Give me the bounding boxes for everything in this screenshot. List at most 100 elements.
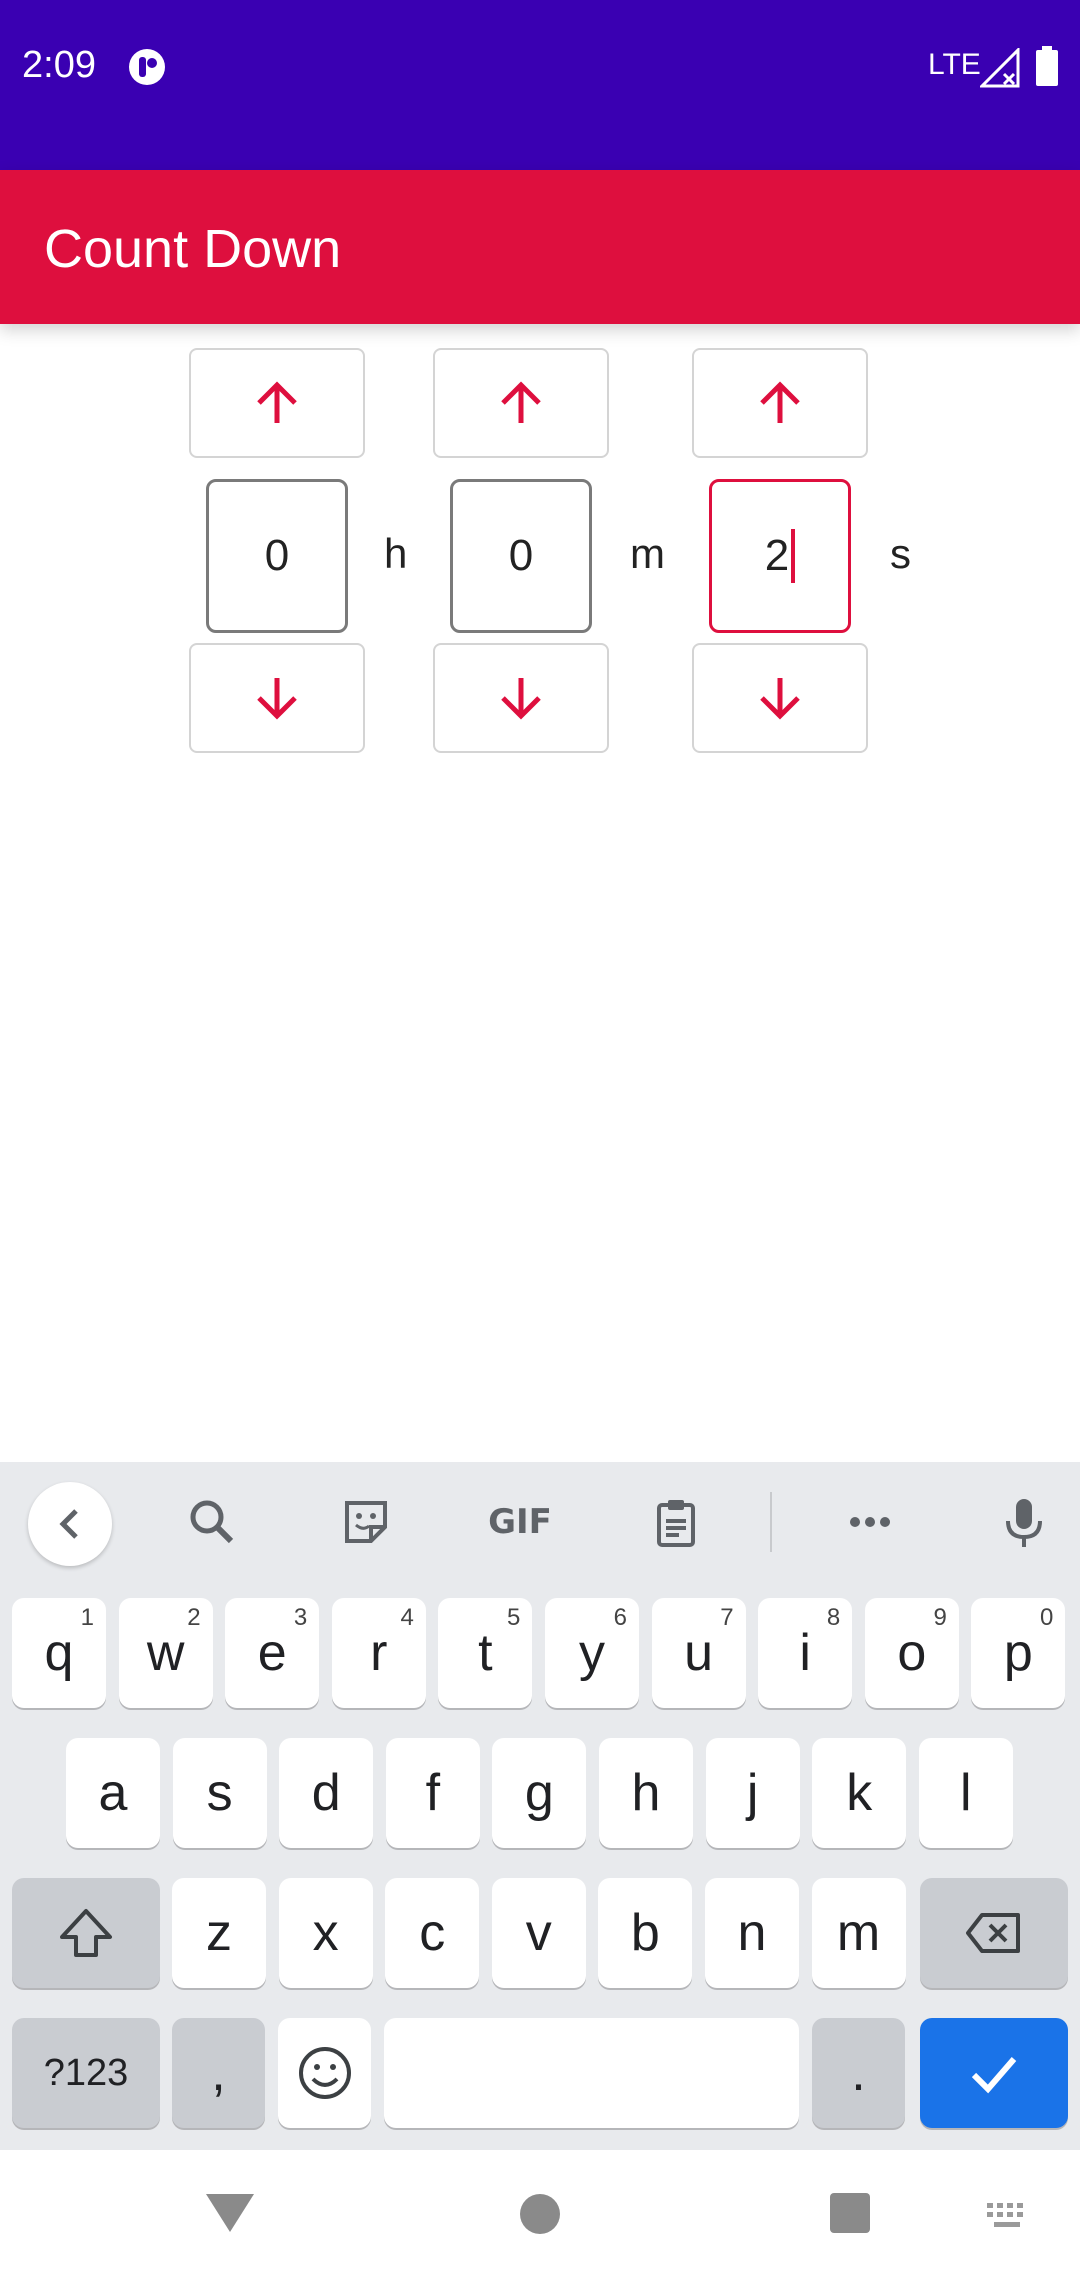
- hours-input[interactable]: 0: [206, 479, 348, 633]
- minutes-input[interactable]: 0: [450, 479, 592, 633]
- key-hint: 9: [933, 1604, 947, 1631]
- period-key[interactable]: .: [812, 2018, 905, 2128]
- status-time: 2:09: [22, 44, 96, 86]
- minutes-unit-label: m: [630, 530, 665, 577]
- key-label: q: [44, 1624, 74, 1682]
- key-label: k: [846, 1764, 873, 1822]
- key-q[interactable]: q1: [12, 1598, 106, 1708]
- hours-value: 0: [264, 531, 290, 580]
- key-v[interactable]: v: [491, 1878, 586, 1988]
- nav-home-icon[interactable]: [518, 2192, 562, 2236]
- key-label: z: [206, 1904, 232, 1962]
- key-z[interactable]: z: [172, 1878, 266, 1988]
- keyboard-clipboard-button[interactable]: [644, 1490, 708, 1554]
- key-u[interactable]: u7: [651, 1598, 746, 1708]
- seconds-input[interactable]: 2: [709, 479, 851, 633]
- key-o[interactable]: o9: [864, 1598, 959, 1708]
- key-w[interactable]: w2: [118, 1598, 213, 1708]
- keyboard-search-button[interactable]: [180, 1490, 244, 1554]
- key-label: o: [897, 1624, 927, 1682]
- key-label: f: [425, 1764, 441, 1822]
- checkmark-icon: [971, 2057, 1017, 2094]
- keyboard-more-button[interactable]: [838, 1490, 902, 1554]
- keyboard-sticker-button[interactable]: [334, 1490, 398, 1554]
- key-d[interactable]: d: [279, 1738, 374, 1848]
- key-hint: 6: [613, 1604, 627, 1631]
- keyboard-toolbar: GIF: [0, 1462, 1080, 1582]
- hours-increment-button[interactable]: [189, 348, 365, 458]
- key-hint: 0: [1040, 1604, 1054, 1631]
- nav-back-icon[interactable]: [204, 2190, 256, 2236]
- nav-recents-icon[interactable]: [829, 2192, 871, 2234]
- key-x[interactable]: x: [278, 1878, 373, 1988]
- keyboard-switch-icon[interactable]: [986, 2202, 1030, 2230]
- arrow-up-icon: [501, 381, 541, 423]
- hours-unit-label: h: [384, 530, 408, 577]
- key-f[interactable]: f: [385, 1738, 480, 1848]
- seconds-decrement-button[interactable]: [692, 643, 868, 753]
- key-label: i: [799, 1624, 811, 1682]
- key-label: g: [524, 1764, 554, 1822]
- key-g[interactable]: g: [492, 1738, 587, 1848]
- shift-key[interactable]: [12, 1878, 160, 1988]
- key-label: l: [960, 1764, 972, 1822]
- key-t[interactable]: t5: [438, 1598, 533, 1708]
- key-label: u: [684, 1624, 714, 1682]
- key-hint: 1: [80, 1604, 94, 1631]
- key-label: s: [206, 1764, 233, 1822]
- seconds-unit-label: s: [890, 530, 911, 577]
- key-l[interactable]: l: [918, 1738, 1013, 1848]
- key-r[interactable]: r4: [331, 1598, 426, 1708]
- arrow-down-icon: [501, 678, 541, 720]
- comma-key[interactable]: ,: [172, 2018, 265, 2128]
- hours-decrement-button[interactable]: [189, 643, 365, 753]
- seconds-increment-button[interactable]: [692, 348, 868, 458]
- key-s[interactable]: s: [172, 1738, 267, 1848]
- key-c[interactable]: c: [385, 1878, 480, 1988]
- key-label: t: [478, 1624, 493, 1682]
- key-b[interactable]: b: [598, 1878, 693, 1988]
- search-icon: [190, 1500, 234, 1544]
- key-a[interactable]: a: [66, 1738, 160, 1848]
- backspace-key[interactable]: [920, 1878, 1068, 1988]
- keyboard-collapse-button[interactable]: [28, 1482, 112, 1566]
- key-label: n: [737, 1904, 767, 1962]
- backspace-icon: [966, 1913, 1020, 1953]
- key-m[interactable]: m: [811, 1878, 906, 1988]
- key-label: v: [525, 1904, 552, 1962]
- key-p[interactable]: p0: [971, 1598, 1066, 1708]
- text-cursor: [791, 529, 796, 583]
- shift-icon: [60, 1909, 112, 1957]
- key-e[interactable]: e3: [225, 1598, 320, 1708]
- symbols-key-label: ?123: [43, 2051, 129, 2094]
- key-k[interactable]: k: [812, 1738, 907, 1848]
- minutes-decrement-button[interactable]: [433, 643, 609, 753]
- key-h[interactable]: h: [599, 1738, 693, 1848]
- done-key[interactable]: [920, 2018, 1068, 2128]
- key-label: h: [631, 1764, 661, 1822]
- arrow-up-icon: [257, 381, 297, 423]
- symbols-key[interactable]: ?123: [12, 2018, 160, 2128]
- key-hint: 4: [400, 1604, 414, 1631]
- battery-icon: [1036, 46, 1058, 86]
- key-label: c: [419, 1904, 446, 1962]
- key-label: w: [146, 1624, 185, 1682]
- emoji-key[interactable]: [278, 2018, 371, 2128]
- minutes-value: 0: [508, 531, 534, 580]
- key-i[interactable]: i8: [758, 1598, 853, 1708]
- key-y[interactable]: y6: [545, 1598, 639, 1708]
- more-icon: [850, 1517, 890, 1527]
- key-n[interactable]: n: [705, 1878, 799, 1988]
- arrow-down-icon: [760, 678, 800, 720]
- key-label: e: [257, 1624, 287, 1682]
- key-label: x: [312, 1904, 339, 1962]
- space-key[interactable]: [384, 2018, 799, 2128]
- keyboard-voice-button[interactable]: [992, 1490, 1056, 1554]
- key-j[interactable]: j: [705, 1738, 800, 1848]
- arrow-down-icon: [257, 678, 297, 720]
- key-label: m: [836, 1904, 881, 1962]
- keyboard-gif-button[interactable]: GIF: [480, 1490, 560, 1554]
- minutes-increment-button[interactable]: [433, 348, 609, 458]
- page-title: Count Down: [44, 219, 342, 279]
- key-label: d: [311, 1764, 341, 1822]
